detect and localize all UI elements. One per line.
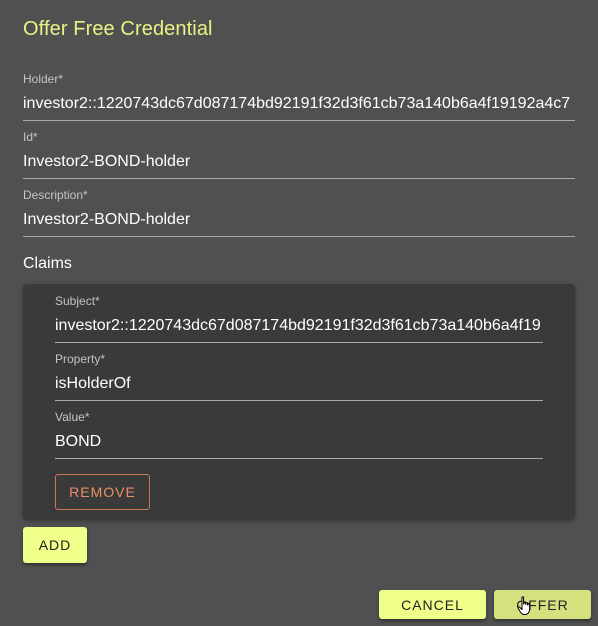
cancel-button[interactable]: CANCEL xyxy=(379,590,486,619)
description-underline xyxy=(23,236,575,237)
claim-value-input[interactable]: BOND xyxy=(55,432,543,452)
claim-property-input[interactable]: isHolderOf xyxy=(55,374,543,394)
claim-subject-underline xyxy=(55,342,543,343)
id-input[interactable]: Investor2-BOND-holder xyxy=(23,152,575,172)
claim-subject-label: Subject* xyxy=(55,294,100,308)
holder-underline xyxy=(23,120,575,121)
holder-field[interactable]: Holder* investor2::1220743dc67d087174bd9… xyxy=(23,72,575,121)
dialog-title: Offer Free Credential xyxy=(23,18,213,40)
holder-input[interactable]: investor2::1220743dc67d087174bd92191f32d… xyxy=(23,94,575,114)
claim-value-underline xyxy=(55,458,543,459)
claim-card: Subject* investor2::1220743dc67d087174bd… xyxy=(23,284,575,519)
offer-button[interactable]: OFFER xyxy=(494,590,591,619)
claim-value-label: Value* xyxy=(55,410,90,424)
id-label: Id* xyxy=(23,130,38,144)
holder-label: Holder* xyxy=(23,72,64,86)
claim-property-underline xyxy=(55,400,543,401)
claim-property-field[interactable]: Property* isHolderOf xyxy=(55,352,543,401)
claim-subject-input[interactable]: investor2::1220743dc67d087174bd92191f32d… xyxy=(55,316,543,336)
description-input[interactable]: Investor2-BOND-holder xyxy=(23,210,575,230)
claim-subject-field[interactable]: Subject* investor2::1220743dc67d087174bd… xyxy=(55,294,543,343)
remove-claim-button[interactable]: REMOVE xyxy=(55,474,150,510)
hand-pointer-icon xyxy=(517,596,531,615)
id-field[interactable]: Id* Investor2-BOND-holder xyxy=(23,130,575,179)
claim-property-label: Property* xyxy=(55,352,106,366)
id-underline xyxy=(23,178,575,179)
claim-value-field[interactable]: Value* BOND xyxy=(55,410,543,459)
description-field[interactable]: Description* Investor2-BOND-holder xyxy=(23,188,575,237)
description-label: Description* xyxy=(23,188,88,202)
add-claim-button[interactable]: ADD xyxy=(23,527,87,563)
claims-heading: Claims xyxy=(23,255,72,272)
